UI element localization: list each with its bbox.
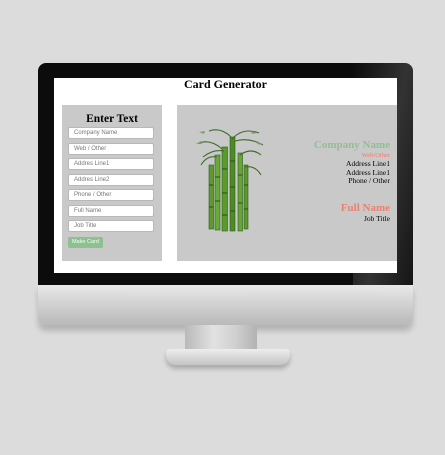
screen: Card Generator Enter Text Company Name W… [54,78,397,273]
address-line1-input[interactable]: Addres Line1 [68,158,154,170]
card-job-title: Job Title [363,213,390,223]
job-title-input[interactable]: Job Title [68,220,154,232]
card-full-name: Full Name [340,201,390,214]
page-title: Card Generator [184,78,267,91]
card-text-block: Company Name Web/Other Address Line1 Add… [314,139,390,223]
form-heading: Enter Text [86,113,138,125]
input-form-panel: Enter Text Company Name Web / Other Addr… [62,105,162,261]
monitor: Card Generator Enter Text Company Name W… [38,63,413,325]
phone-other-input[interactable]: Phone / Other [68,189,154,201]
bamboo-image [196,129,264,232]
card-preview: Company Name Web/Other Address Line1 Add… [177,105,397,261]
address-line2-input[interactable]: Addres Line2 [68,173,154,186]
card-phone: Phone / Other [348,176,390,186]
company-name-input[interactable]: Company Name [68,127,154,139]
monitor-stand-base [166,349,290,365]
monitor-chin [38,285,413,325]
web-other-input[interactable]: Web / Other [68,142,154,155]
make-card-button[interactable]: Make Card [68,237,103,248]
full-name-input[interactable]: Full Name [68,204,154,217]
card-company-name: Company Name [313,139,390,151]
